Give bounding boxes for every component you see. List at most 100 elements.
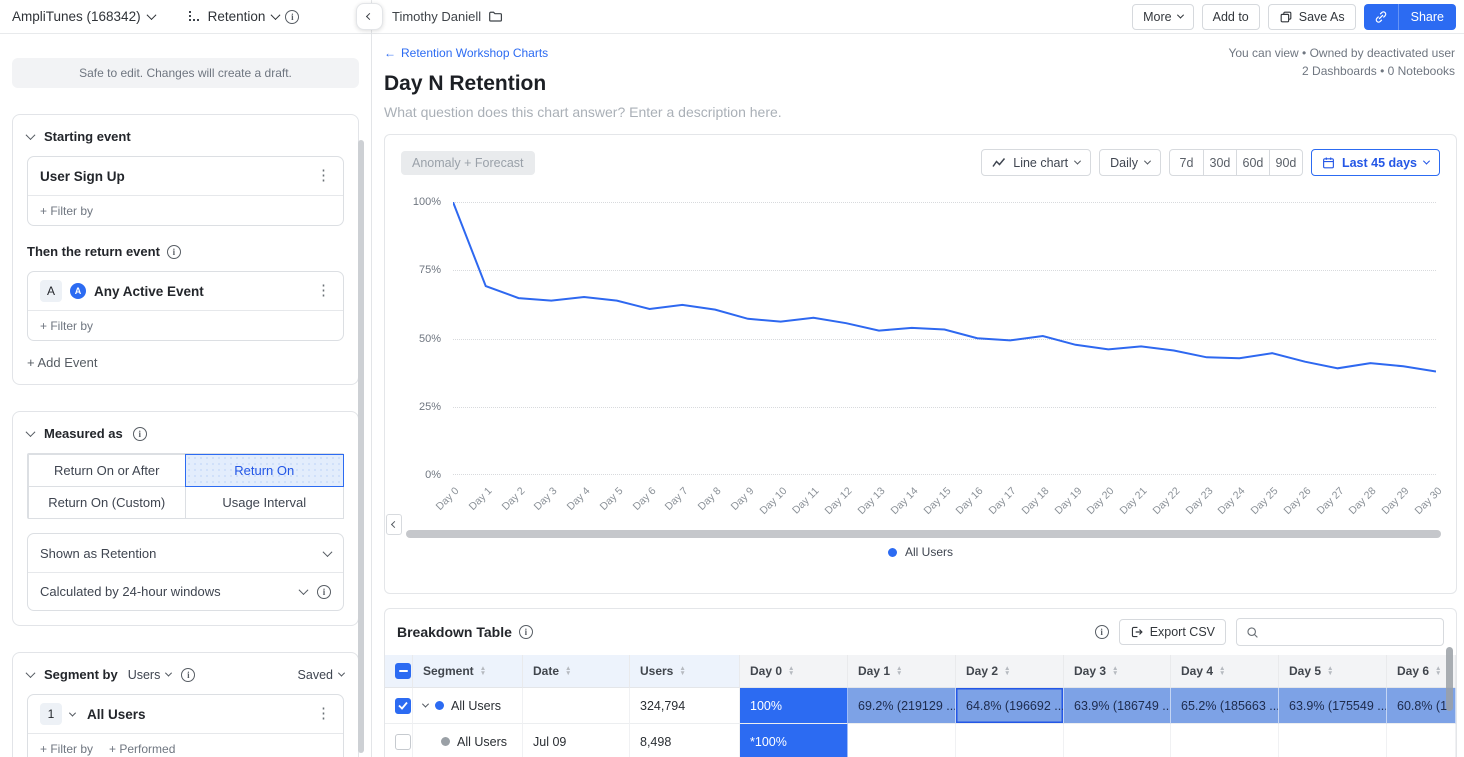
chart-type-selector[interactable]: Retention <box>187 9 280 24</box>
x-tick-label: Day 5 <box>586 485 626 525</box>
starting-event-header[interactable]: Starting event <box>27 129 344 144</box>
sort-icon[interactable]: ▲▼ <box>1219 666 1225 676</box>
x-tick-label: Day 26 <box>1274 485 1314 525</box>
segment-color-dot <box>435 701 444 710</box>
project-selector[interactable]: AmpliTunes (168342) <box>12 9 155 24</box>
option-return-on-or-after[interactable]: Return On or After <box>28 454 187 487</box>
column-header-day-1[interactable]: Day 1 ▲▼ <box>848 655 956 688</box>
range-30d[interactable]: 30d <box>1203 150 1236 175</box>
sort-icon[interactable]: ▲▼ <box>788 666 794 676</box>
day-2-value-cell[interactable]: 64.8% (196692 ... <box>956 688 1064 724</box>
sort-icon[interactable]: ▲▼ <box>679 666 685 676</box>
kebab-menu-icon[interactable]: ⋮ <box>316 709 331 719</box>
sort-icon[interactable]: ▲▼ <box>480 666 486 676</box>
chart-card: Anomaly + Forecast Line chart Daily <box>384 134 1457 594</box>
sort-icon[interactable]: ▲▼ <box>1327 666 1333 676</box>
add-event-link[interactable]: + Add Event <box>27 355 344 370</box>
export-csv-button[interactable]: Export CSV <box>1119 619 1226 645</box>
info-icon[interactable] <box>1095 625 1109 639</box>
sort-icon[interactable]: ▲▼ <box>565 666 571 676</box>
filter-by-link[interactable]: + Filter by <box>40 204 93 218</box>
row-checkbox[interactable] <box>395 698 411 714</box>
range-90d[interactable]: 90d <box>1269 150 1302 175</box>
sort-icon[interactable]: ▲▼ <box>1004 666 1010 676</box>
saved-label: Saved <box>298 668 333 682</box>
info-icon[interactable] <box>167 245 181 259</box>
table-vscrollbar-thumb[interactable] <box>1446 647 1453 711</box>
chart-scroll-left-button[interactable] <box>386 514 402 535</box>
option-usage-interval[interactable]: Usage Interval <box>185 486 344 519</box>
app: AmpliTunes (168342) Retention Safe to ed… <box>0 0 1464 757</box>
day-0-value-cell[interactable]: 100% <box>740 688 848 724</box>
info-icon[interactable] <box>133 427 147 441</box>
day-4-value-cell[interactable]: 65.2% (185663 ... <box>1171 688 1279 724</box>
segment-users-dropdown[interactable]: Users <box>128 668 172 682</box>
column-header-day-3[interactable]: Day 3▲▼ <box>1064 655 1171 688</box>
sort-icon[interactable]: ▲▼ <box>896 666 902 676</box>
column-label: Segment <box>423 664 474 678</box>
legend-item-all-users[interactable]: All Users <box>385 545 1456 559</box>
column-header-date[interactable]: Date▲▼ <box>523 655 630 688</box>
day-3-value-cell[interactable]: 63.9% (186749 ... <box>1064 688 1171 724</box>
chart-type-dropdown[interactable]: Line chart <box>981 149 1091 176</box>
range-60d[interactable]: 60d <box>1236 150 1269 175</box>
sidebar-scrollbar[interactable] <box>358 140 364 753</box>
interval-dropdown[interactable]: Daily <box>1099 149 1161 176</box>
option-return-on-custom[interactable]: Return On (Custom) <box>28 486 187 519</box>
info-icon[interactable] <box>519 625 533 639</box>
add-to-button[interactable]: Add to <box>1202 4 1260 30</box>
column-header-segment[interactable]: Segment ▲▼ <box>413 655 523 688</box>
day-1-value-cell[interactable]: 69.2% (219129 ... <box>848 688 956 724</box>
chevron-down-icon[interactable] <box>69 709 76 716</box>
more-button[interactable]: More <box>1132 4 1193 30</box>
day-0-value-cell[interactable]: *100% <box>740 724 848 757</box>
share-button[interactable]: Share <box>1398 4 1456 30</box>
return-event-row[interactable]: A A Any Active Event ⋮ <box>28 272 343 310</box>
column-header-users[interactable]: Users▲▼ <box>630 655 740 688</box>
chart-type-value: Line chart <box>1013 156 1068 170</box>
kebab-menu-icon[interactable]: ⋮ <box>316 171 331 181</box>
info-icon[interactable] <box>317 585 331 599</box>
starting-event-row[interactable]: User Sign Up ⋮ <box>28 157 343 195</box>
sort-icon[interactable]: ▲▼ <box>1435 666 1441 676</box>
info-icon[interactable] <box>285 10 299 24</box>
column-header-day-5[interactable]: Day 5▲▼ <box>1279 655 1387 688</box>
row-expand-chevron[interactable] <box>422 701 429 708</box>
save-as-button[interactable]: Save As <box>1268 4 1356 30</box>
shown-as-dropdown[interactable]: Shown as Retention <box>28 534 343 572</box>
segment-row[interactable]: 1 All Users ⋮ <box>28 695 343 733</box>
performed-link[interactable]: + Performed <box>109 742 175 756</box>
info-icon[interactable] <box>181 668 195 682</box>
x-tick-label: Day 17 <box>979 485 1019 525</box>
filter-by-link[interactable]: + Filter by <box>40 742 93 756</box>
breadcrumb[interactable]: ← Retention Workshop Charts <box>384 46 548 60</box>
day-5-value-cell[interactable]: 63.9% (175549 ... <box>1279 688 1387 724</box>
folder-icon[interactable] <box>488 9 503 24</box>
saved-dropdown[interactable]: Saved <box>298 668 344 682</box>
anomaly-forecast-button[interactable]: Anomaly + Forecast <box>401 151 535 175</box>
table-search[interactable] <box>1236 618 1444 646</box>
column-label: Day 1 <box>858 664 890 678</box>
plot-area[interactable] <box>453 202 1436 475</box>
row-checkbox[interactable] <box>395 734 411 750</box>
option-return-on[interactable]: Return On <box>185 454 344 487</box>
measured-as-header[interactable]: Measured as <box>27 426 344 441</box>
date-range-dropdown[interactable]: Last 45 days <box>1311 149 1440 176</box>
sort-icon[interactable]: ▲▼ <box>1112 666 1118 676</box>
column-header-day-2[interactable]: Day 2▲▼ <box>956 655 1064 688</box>
collapse-sidebar-button[interactable] <box>356 3 383 30</box>
column-header-day-0[interactable]: Day 0▲▼ <box>740 655 848 688</box>
chevron-down-icon <box>338 670 345 677</box>
column-header-day-4[interactable]: Day 4▲▼ <box>1171 655 1279 688</box>
export-csv-label: Export CSV <box>1150 625 1215 639</box>
copy-link-button[interactable] <box>1364 4 1398 30</box>
kebab-menu-icon[interactable]: ⋮ <box>316 286 331 296</box>
range-7d[interactable]: 7d <box>1170 150 1203 175</box>
search-input[interactable] <box>1266 625 1434 639</box>
description-placeholder[interactable]: What question does this chart answer? En… <box>384 104 1457 120</box>
calculated-by-dropdown[interactable]: Calculated by 24-hour windows <box>28 572 343 610</box>
select-all-checkbox[interactable] <box>395 663 411 679</box>
chart-hscrollbar-thumb[interactable] <box>406 530 1441 538</box>
filter-by-link[interactable]: + Filter by <box>40 319 93 333</box>
config-sidebar: AmpliTunes (168342) Retention Safe to ed… <box>0 0 372 757</box>
